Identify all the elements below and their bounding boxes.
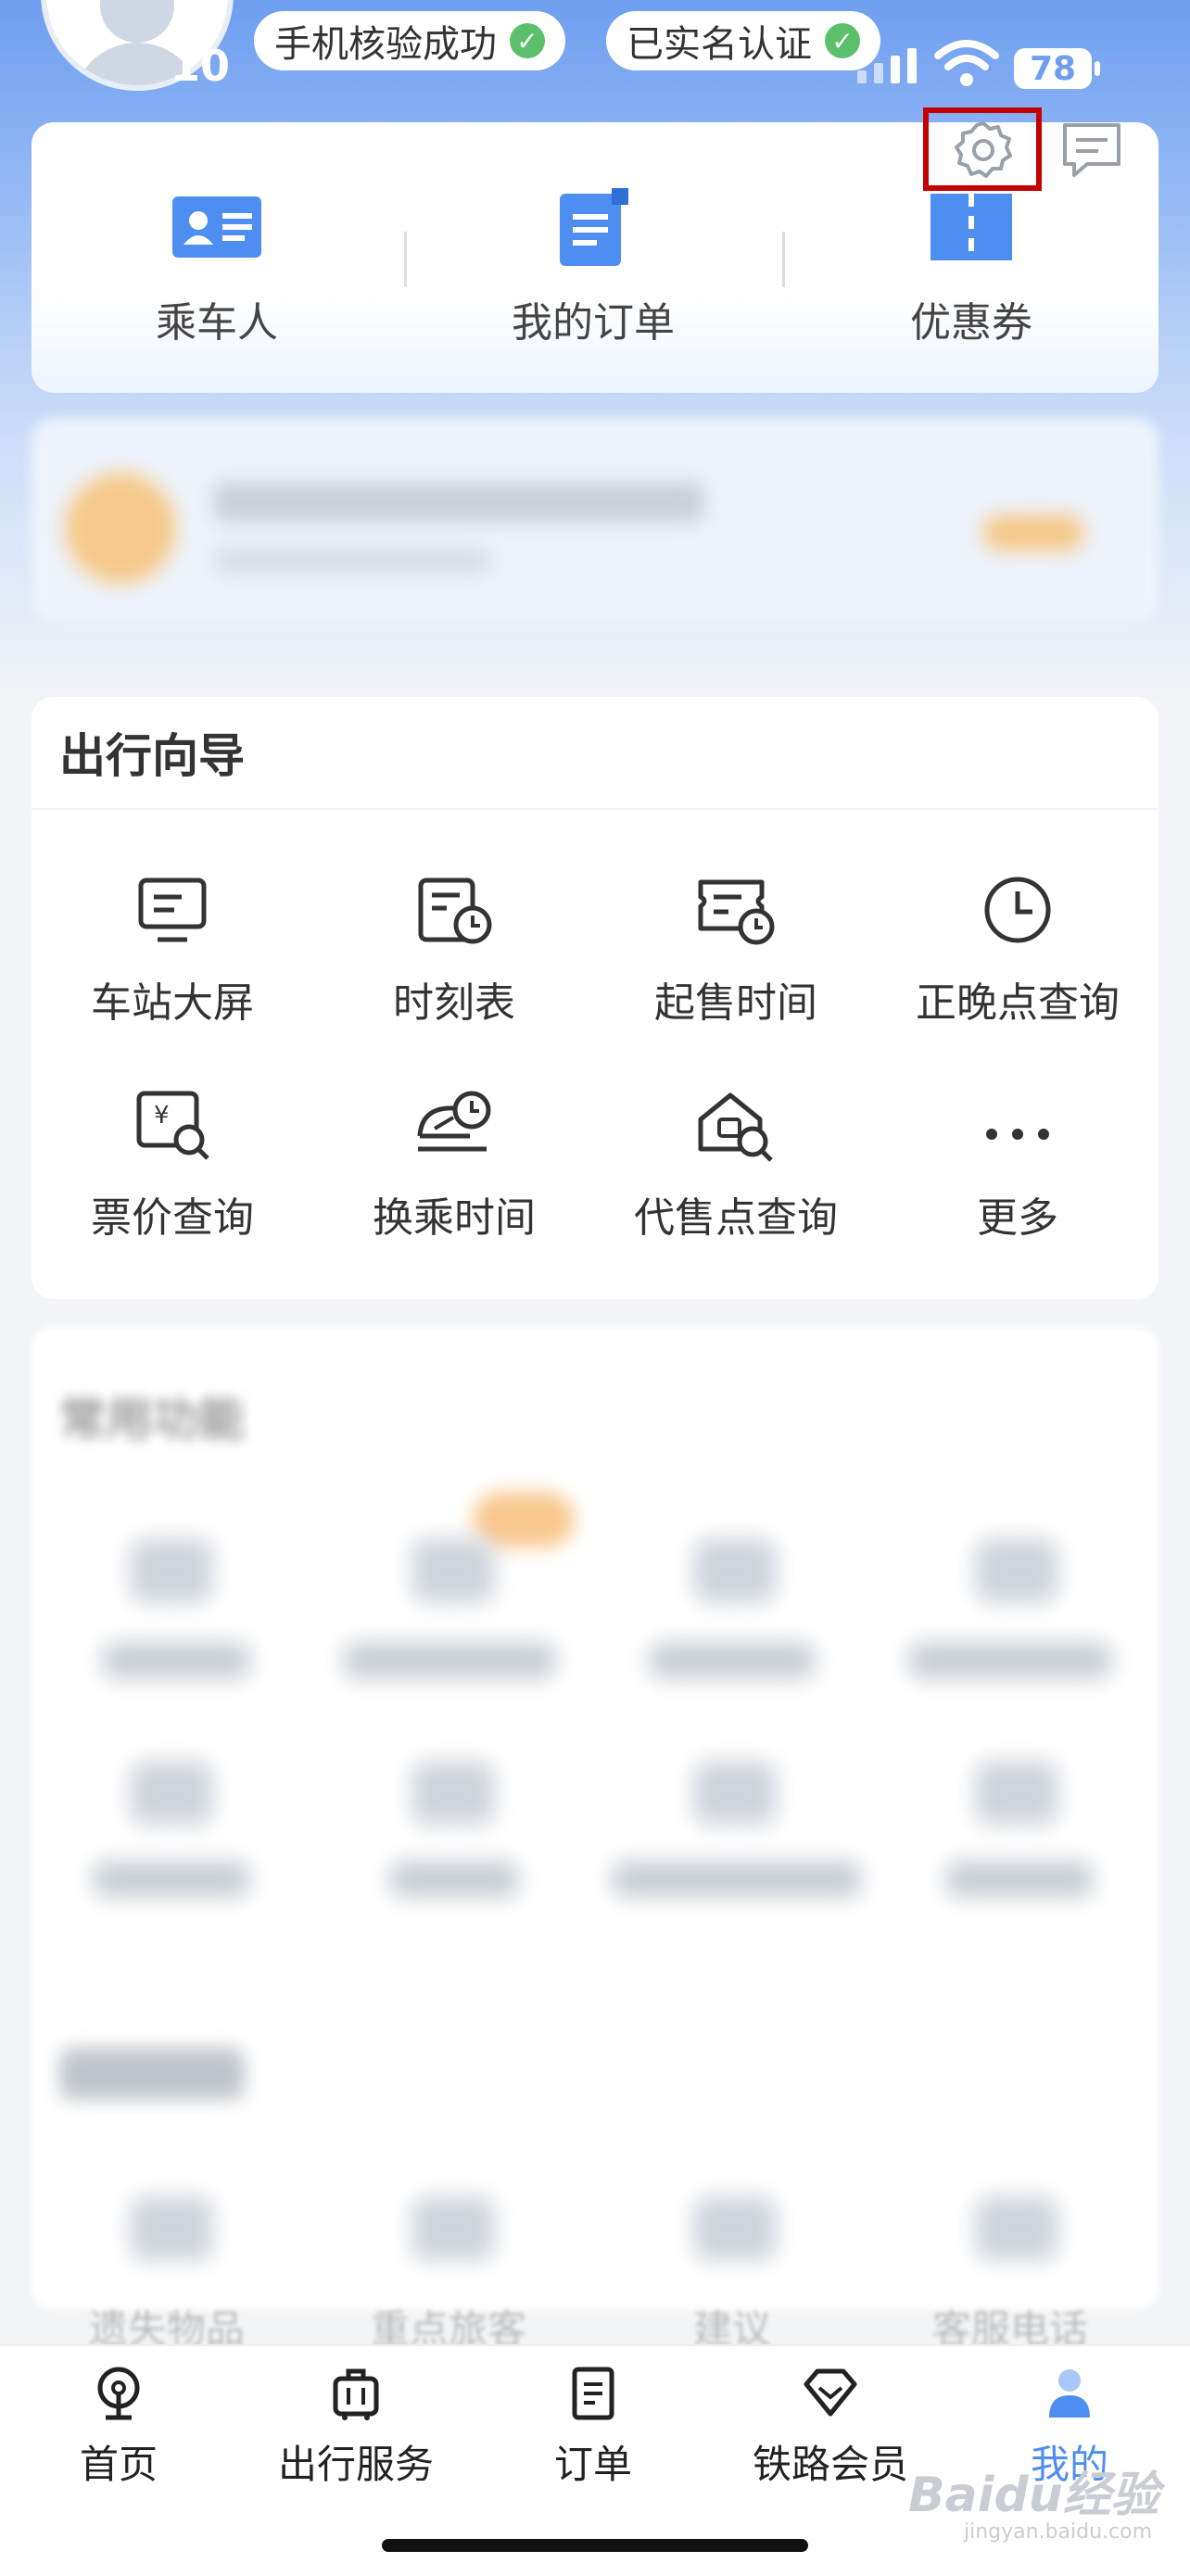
station-screen-item[interactable]: 车站大屏 [32, 864, 313, 1029]
blurred-label [612, 1861, 862, 1898]
blurred-badge [473, 1492, 575, 1547]
gear-icon [955, 121, 1012, 178]
message-button[interactable] [1057, 115, 1127, 185]
timetable-item[interactable]: 时刻表 [313, 864, 595, 1029]
settings-button[interactable] [932, 113, 1034, 187]
tab-orders-label: 订单 [553, 2442, 632, 2487]
check-icon: ✓ [825, 23, 860, 58]
blurred-icon [693, 2196, 777, 2261]
tab-home[interactable]: 首页 [17, 2361, 221, 2490]
sale-time-label: 起售时间 [654, 979, 817, 1027]
blurred-label [343, 1642, 556, 1679]
delay-query-item[interactable]: 正晚点查询 [877, 864, 1158, 1029]
phone-verified-badge: 手机核验成功 ✓ [254, 11, 565, 70]
diamond-icon [804, 2368, 857, 2417]
tab-railway-member[interactable]: 铁路会员 [728, 2361, 932, 2490]
travel-guide-card: 出行向导 车站大屏 时刻表 起售时间 正晚点查询 ¥ 票价查询 换乘时间 代售点… [32, 697, 1158, 1299]
order-doc-icon [560, 188, 628, 266]
common-functions-title: 常用功能 [59, 1393, 245, 1446]
tab-travel-service[interactable]: 出行服务 [254, 2361, 458, 2490]
phone-verified-label: 手机核验成功 [274, 23, 497, 66]
order-icon [572, 2367, 614, 2420]
fare-search-icon: ¥ [136, 1091, 209, 1160]
battery-tip [1095, 61, 1100, 76]
travel-guide-title: 出行向导 [59, 729, 245, 783]
signal-icon [857, 48, 917, 83]
blurred-icon [975, 2196, 1058, 2261]
transfer-time-label: 换乘时间 [373, 1194, 536, 1242]
home-icon [97, 2367, 140, 2420]
more-icon [986, 1129, 1049, 1140]
check-icon: ✓ [510, 23, 545, 58]
blurred-label [649, 1642, 816, 1679]
blurred-label [93, 1861, 250, 1898]
my-orders-label: 我的订单 [512, 299, 675, 347]
tab-travel-service-label: 出行服务 [277, 2442, 434, 2487]
blurred-badge [982, 514, 1084, 551]
fare-query-item[interactable]: ¥ 票价查询 [32, 1079, 313, 1244]
blurred-icon [130, 1761, 213, 1825]
coupons-entry[interactable]: 优惠券 [832, 185, 1110, 348]
coupon-icon [930, 194, 1012, 260]
svg-text:¥: ¥ [154, 1102, 170, 1130]
blurred-section-title [59, 2048, 245, 2100]
blurred-icon [693, 1761, 777, 1825]
tab-railway-member-label: 铁路会员 [752, 2442, 908, 2487]
real-name-label: 已实名认证 [627, 23, 812, 66]
watermark-brand: Baidu经验 [908, 2468, 1159, 2523]
transfer-time-item[interactable]: 换乘时间 [313, 1079, 595, 1244]
timetable-label: 时刻表 [393, 979, 515, 1027]
blurred-icon [411, 1538, 495, 1603]
delay-query-label: 正晚点查询 [916, 979, 1120, 1027]
clock-icon [984, 877, 1051, 943]
station-screen-label: 车站大屏 [91, 979, 254, 1027]
agency-query-label: 代售点查询 [634, 1194, 838, 1242]
message-icon [1063, 123, 1120, 177]
fare-query-label: 票价查询 [91, 1194, 254, 1242]
transfer-train-icon [417, 1091, 491, 1152]
sale-time-item[interactable]: 起售时间 [595, 864, 877, 1029]
more-label: 更多 [977, 1194, 1058, 1242]
coupons-label: 优惠券 [910, 299, 1032, 347]
passengers-label: 乘车人 [156, 299, 278, 347]
blurred-icon [693, 1538, 777, 1603]
blurred-icon [975, 1538, 1058, 1603]
tab-orders[interactable]: 订单 [491, 2361, 695, 2490]
battery-indicator: 78 [1014, 48, 1092, 89]
blurred-icon [411, 1761, 495, 1825]
blurred-label [908, 1642, 1112, 1679]
agency-query-item[interactable]: 代售点查询 [595, 1079, 877, 1244]
passengers-entry[interactable]: 乘车人 [78, 185, 356, 348]
status-time: 10 [171, 41, 231, 91]
person-icon [1049, 2369, 1090, 2418]
timetable-icon [418, 878, 492, 944]
divider [404, 232, 407, 287]
blurred-avatar [65, 473, 176, 584]
blurred-label [945, 1861, 1094, 1898]
agency-search-icon [698, 1092, 773, 1162]
divider [32, 808, 1158, 810]
blurred-icon [411, 2196, 495, 2261]
my-orders-entry[interactable]: 我的订单 [454, 185, 732, 348]
blurred-icon [130, 2196, 213, 2261]
id-card-icon [172, 196, 261, 258]
blurred-label [389, 1861, 519, 1898]
screen-icon [138, 878, 207, 942]
luggage-icon [333, 2368, 379, 2420]
blurred-label [102, 1642, 250, 1679]
blurred-icon [130, 1538, 213, 1603]
real-name-badge: 已实名认证 ✓ [606, 11, 880, 70]
blurred-icon [975, 1761, 1058, 1825]
home-indicator[interactable] [382, 2539, 808, 2552]
watermark-url: jingyan.baidu.com [964, 2520, 1153, 2544]
blurred-text [213, 547, 491, 575]
tab-home-label: 首页 [79, 2442, 158, 2487]
wifi-icon [934, 40, 999, 86]
blurred-text [213, 482, 704, 523]
more-item[interactable]: 更多 [877, 1079, 1158, 1244]
ticket-clock-icon [698, 879, 775, 945]
divider [782, 232, 785, 287]
